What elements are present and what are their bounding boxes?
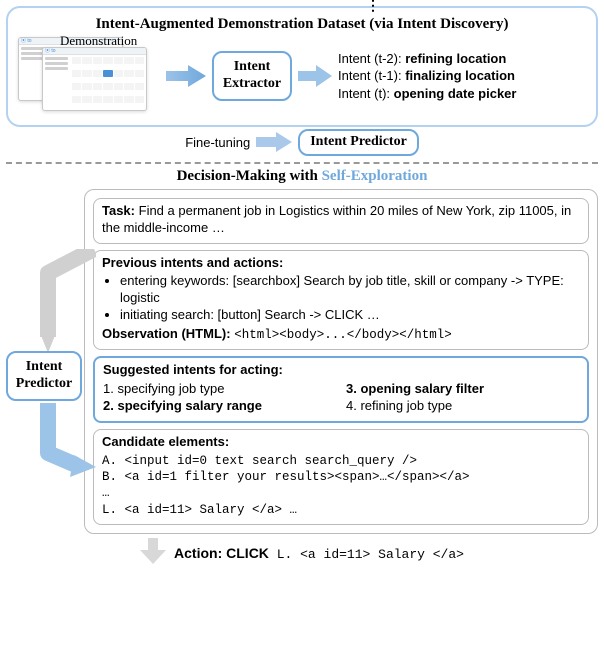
arrow-extractor-to-intents [298,63,332,89]
action-header: Action: [174,545,222,561]
obs-header: Observation (HTML): [102,326,231,341]
action-row: Action: CLICK L. <a id=11> Salary </a> [6,538,598,569]
candidates-header: Candidate elements: [102,434,580,451]
arrow-into-predictor [40,249,96,362]
decision-row: Intent Predictor Task: Find a permanent … [6,189,598,534]
top-title: Intent-Augmented Demonstration Dataset (… [18,16,586,33]
suggested-panel: Suggested intents for acting: 1. specify… [93,356,589,423]
left-column: Intent Predictor [6,191,82,531]
suggested-grid: 1. specifying job type 3. opening salary… [103,381,579,415]
candidate-line: … [102,485,580,501]
decision-title: Decision-Making with Self-Exploration [6,168,598,185]
task-header: Task: [102,203,135,218]
finetune-row: Fine-tuning Intent Predictor [6,129,598,156]
prev-list: entering keywords: [searchbox] Search by… [102,273,580,324]
panel-stack: Task: Find a permanent job in Logistics … [84,189,598,534]
candidate-line: L. <a id=11> Salary </a> … [102,502,580,518]
suggested-item: 2. specifying salary range [103,398,336,415]
suggested-item: 3. opening salary filter [346,381,579,398]
top-title-suffix: (via Intent Discovery) [366,16,509,32]
intent-predictor-box: Intent Predictor [6,351,82,401]
intent-row: Intent (t): opening date picker [338,85,516,103]
top-title-prefix: Intent-Augmented Demonstration Dataset [96,16,366,32]
arrow-out-of-predictor [40,403,96,488]
vertical-ellipsis: ⋮ [324,0,380,6]
suggested-item: 1. specifying job type [103,381,336,398]
action-text: Action: CLICK L. <a id=11> Salary </a> [174,545,464,562]
prev-item: entering keywords: [searchbox] Search by… [120,273,580,307]
intent-extractor-box: Intent Extractor [212,51,292,101]
demonstration-thumbnail: Demonstration ⦿ to ⦿ to [18,37,158,115]
intent-predictor-box-top: Intent Predictor [298,129,419,156]
arrow-finetune [256,131,292,153]
suggested-item: 4. refining job type [346,398,579,415]
section-divider [6,162,598,164]
task-body: Find a permanent job in Logistics within… [102,203,571,235]
intent-row: Intent (t-1): finalizing location [338,67,516,85]
action-verb: CLICK [226,545,269,561]
demo-screen-front: ⦿ to [42,47,147,111]
prev-header: Previous intents and actions: [102,255,580,272]
candidates-panel: Candidate elements: A. <input id=0 text … [93,429,589,525]
task-panel: Task: Find a permanent job in Logistics … [93,198,589,244]
intent-list: Intent (t-2): refining location Intent (… [338,50,516,103]
prev-item: initiating search: [button] Search -> CL… [120,307,580,324]
obs-body: <html><body>...</body></html> [234,328,452,342]
finetune-label: Fine-tuning [185,135,250,150]
top-section: Intent-Augmented Demonstration Dataset (… [6,6,598,127]
candidate-line: A. <input id=0 text search search_query … [102,453,580,469]
demonstration-label: Demonstration [58,33,139,49]
intent-row: Intent (t-2): refining location [338,50,516,68]
prev-panel: Previous intents and actions: entering k… [93,250,589,351]
candidate-line: B. <a id=1 filter your results><span>…</… [102,469,580,485]
action-rest: L. <a id=11> Salary </a> [269,547,464,562]
arrow-down-to-action [140,538,166,569]
arrow-demo-to-extractor [166,63,206,89]
top-row: Demonstration ⦿ to ⦿ to [18,37,586,115]
suggested-header: Suggested intents for acting: [103,362,579,379]
